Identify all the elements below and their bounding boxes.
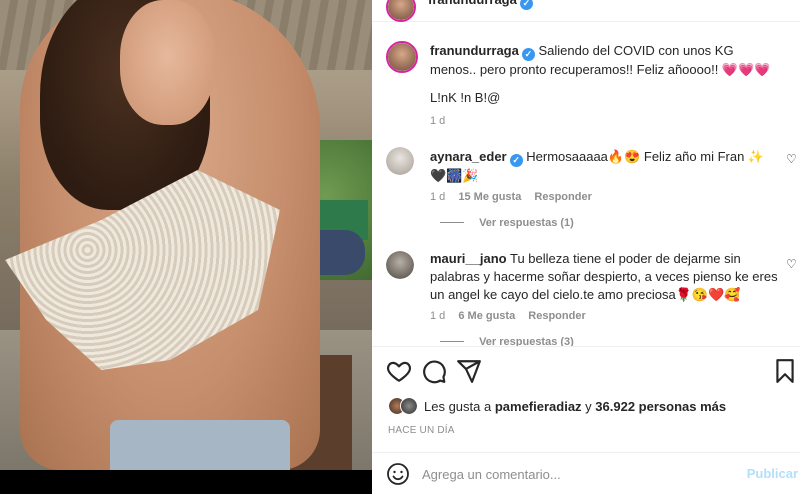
- comment-avatar[interactable]: [386, 147, 414, 175]
- publish-button[interactable]: Publicar: [747, 466, 798, 481]
- photo-person-face: [120, 0, 215, 125]
- header-avatar[interactable]: [386, 0, 416, 22]
- header-username[interactable]: franundurraga: [428, 0, 517, 7]
- photo-scene: [0, 0, 372, 470]
- post-timestamp[interactable]: HACE UN DÍA: [388, 425, 455, 436]
- comment-bar: Publicar: [372, 452, 800, 494]
- comment-username[interactable]: aynara_eder: [430, 149, 507, 164]
- photo-jeans: [110, 420, 290, 470]
- comment-input[interactable]: [422, 465, 722, 483]
- comment-username[interactable]: mauri__jano: [430, 251, 507, 266]
- comment-likes[interactable]: 6 Me gusta: [458, 310, 515, 322]
- verified-icon: ✓: [519, 0, 533, 10]
- verified-icon: ✓: [509, 154, 523, 167]
- view-replies-button[interactable]: Ver respuestas (1): [479, 217, 574, 229]
- comment-likes[interactable]: 15 Me gusta: [458, 191, 521, 203]
- comment-like-heart-icon[interactable]: ♡: [786, 153, 798, 165]
- comment-item: mauri__jano Tu belleza tiene el poder de…: [430, 250, 780, 348]
- liker-avatar[interactable]: [400, 397, 418, 415]
- reply-button[interactable]: Responder: [528, 310, 585, 322]
- comment-time[interactable]: 1 d: [430, 310, 445, 322]
- comment-icon[interactable]: [421, 358, 447, 384]
- bookmark-icon[interactable]: [772, 358, 798, 384]
- caption-block: franundurraga ✓ Saliendo del COVID con un…: [430, 42, 775, 127]
- comment-item: aynara_eder ✓ Hermosaaaaa🔥😍 Feliz año mi …: [430, 148, 780, 229]
- share-icon[interactable]: [456, 358, 482, 384]
- caption-time[interactable]: 1 d: [430, 115, 775, 127]
- caption-link-text: L!nK !n B!@: [430, 90, 501, 105]
- likes-prefix: Les gusta a: [424, 399, 492, 414]
- likes-count[interactable]: 36.922 personas más: [595, 399, 726, 414]
- post-actions-bar: Les gusta a pamefieradiaz y 36.922 perso…: [372, 346, 800, 456]
- replies-divider: [440, 341, 464, 342]
- reply-button[interactable]: Responder: [534, 191, 591, 203]
- emoji-icon[interactable]: [386, 462, 410, 486]
- comment-time[interactable]: 1 d: [430, 191, 445, 203]
- comment-avatar[interactable]: [386, 251, 414, 279]
- replies-divider: [440, 222, 464, 223]
- heart-icon[interactable]: [386, 358, 412, 384]
- post-side-panel: franundurraga✓ franundurraga✓ Saliendo d…: [372, 0, 800, 494]
- verified-icon: ✓: [521, 48, 535, 61]
- post-photo[interactable]: [0, 0, 372, 494]
- likes-middle: y: [585, 399, 592, 414]
- post-header: franundurraga✓: [372, 0, 800, 22]
- caption-username[interactable]: franundurraga: [430, 43, 519, 58]
- liker-username[interactable]: pamefieradiaz: [495, 399, 582, 414]
- caption-avatar[interactable]: [386, 41, 418, 73]
- comment-like-heart-icon[interactable]: ♡: [786, 258, 798, 270]
